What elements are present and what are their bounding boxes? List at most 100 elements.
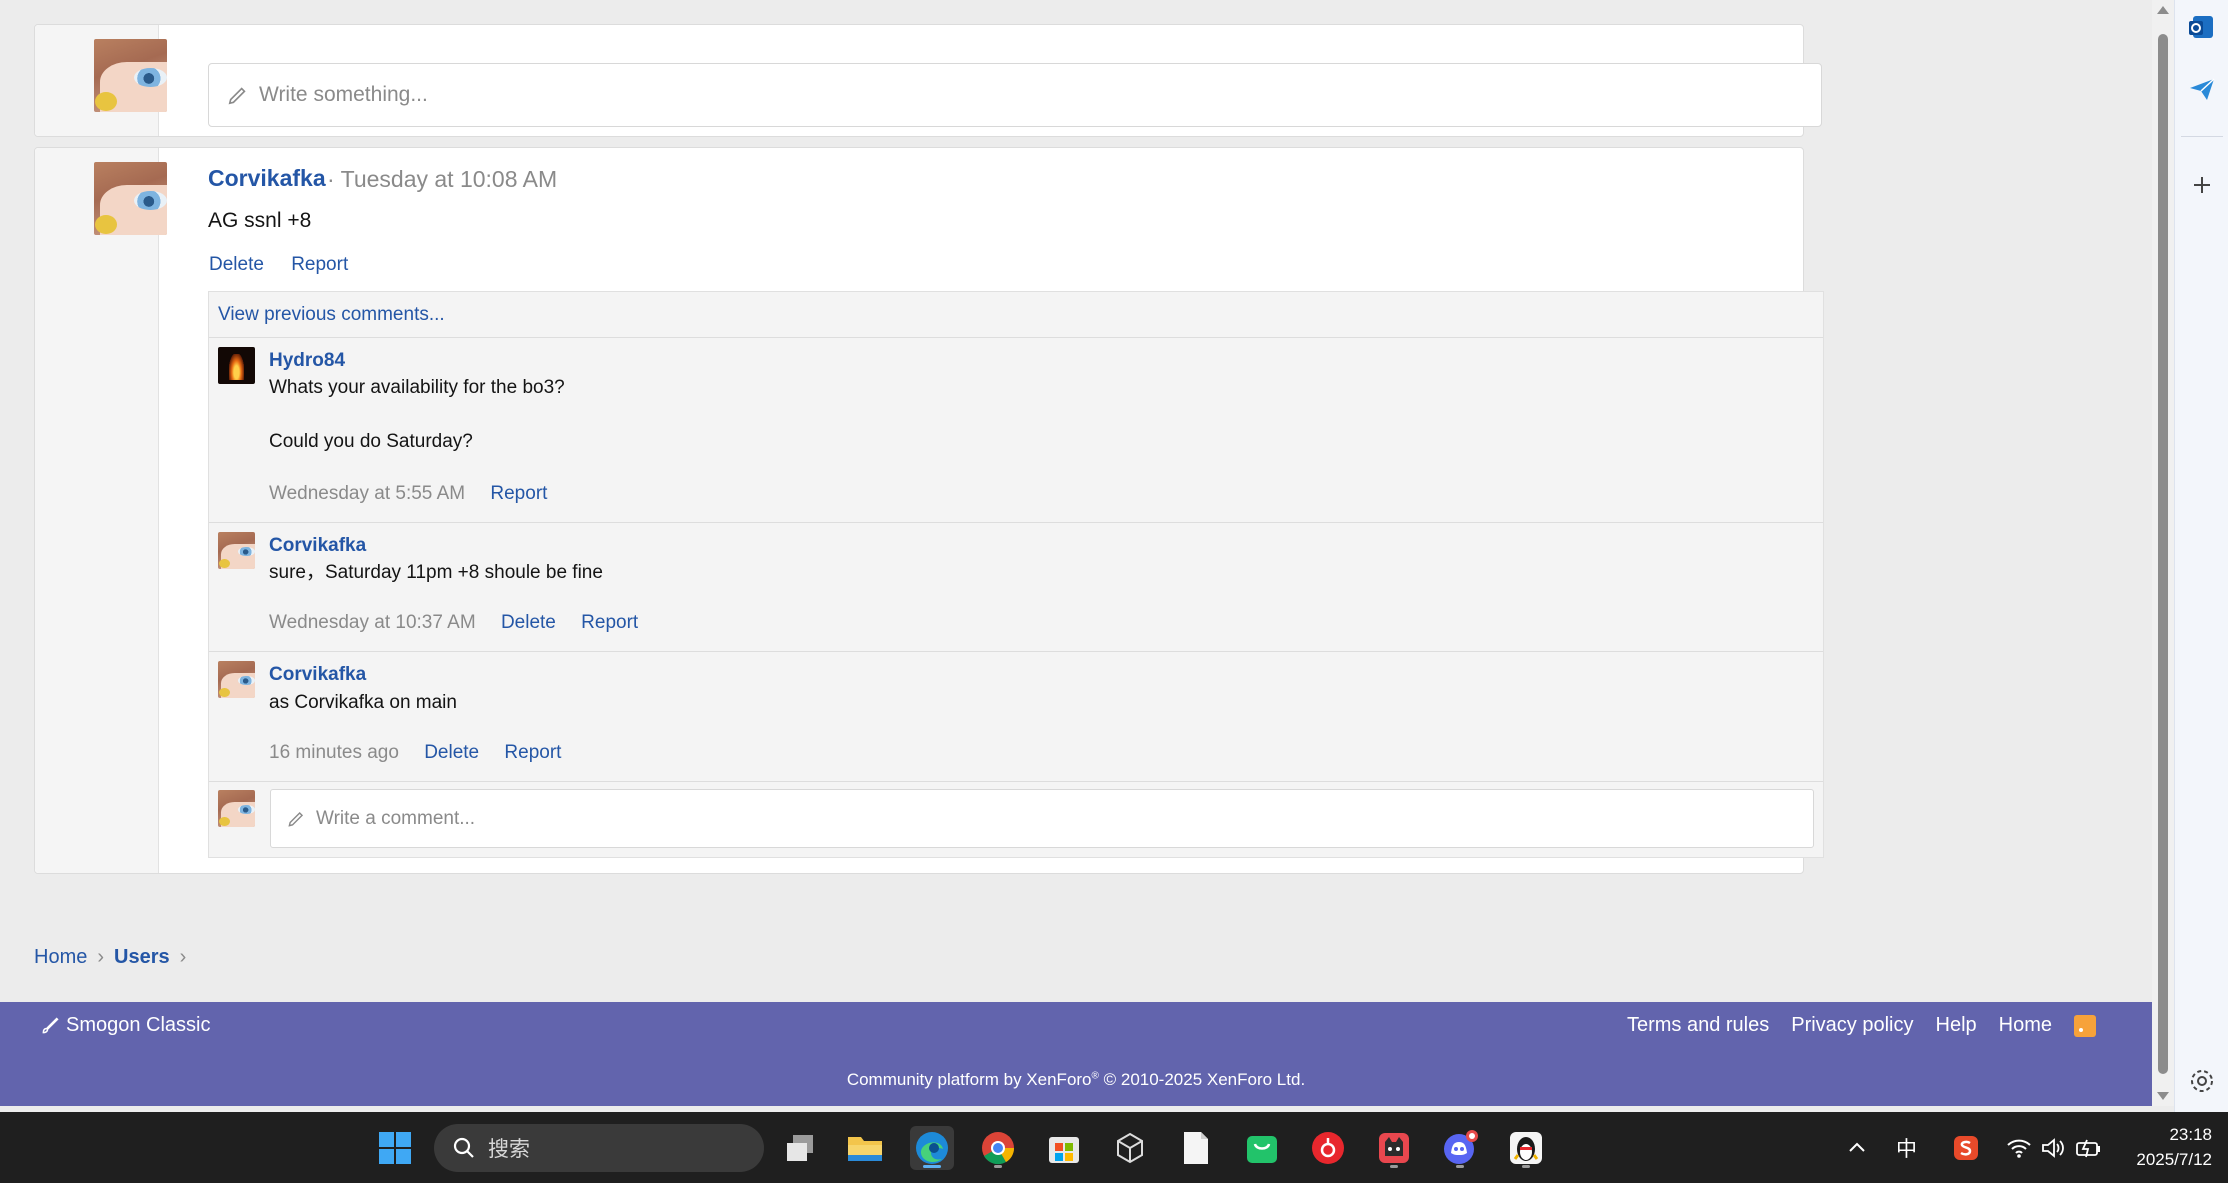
- post-author[interactable]: Corvikafka: [208, 165, 326, 192]
- breadcrumb-users[interactable]: Users: [114, 946, 170, 968]
- task-view-button[interactable]: [778, 1126, 822, 1170]
- write-something-placeholder: Write something...: [259, 83, 428, 106]
- scroll-thumb[interactable]: [2158, 34, 2168, 1074]
- taskbar: 搜索 中 23:18 2025/7/12: [0, 1112, 2228, 1183]
- chrome-icon: [982, 1132, 1015, 1165]
- copyright: Community platform by XenForo® © 2010-20…: [0, 1070, 2152, 1090]
- comment-author[interactable]: Corvikafka: [269, 535, 366, 557]
- running-indicator: [1456, 1165, 1464, 1168]
- wifi-icon: [2007, 1139, 2031, 1158]
- comment-delete-link[interactable]: Delete: [424, 742, 479, 763]
- page-scrollbar[interactable]: [2152, 0, 2174, 1106]
- privacy-link[interactable]: Privacy policy: [1791, 1014, 1913, 1037]
- volume-icon: [2042, 1137, 2064, 1158]
- site-footer: Smogon Classic Terms and rules Privacy p…: [0, 1002, 2152, 1106]
- ime-label: 中: [1896, 1137, 1917, 1161]
- comment-item: Corvikafka sure，Saturday 11pm +8 shoule …: [209, 522, 1823, 651]
- comment-author[interactable]: Corvikafka: [269, 664, 366, 686]
- running-indicator: [994, 1165, 1002, 1168]
- footer-links: Terms and rules Privacy policy Help Home: [1605, 1014, 2096, 1037]
- scroll-down-arrow[interactable]: [2157, 1092, 2169, 1100]
- clock-date: 2025/7/12: [2136, 1150, 2212, 1169]
- shopping-bag-icon: [1247, 1136, 1277, 1163]
- taskbar-discord[interactable]: [1438, 1126, 1482, 1170]
- terms-link[interactable]: Terms and rules: [1627, 1014, 1769, 1037]
- pencil-icon: [228, 87, 246, 105]
- comment-text: Whats your availability for the bo3? Cou…: [269, 377, 565, 452]
- ime-indicator[interactable]: 中: [1896, 1112, 1917, 1183]
- copyright-prefix[interactable]: Community platform by XenForo: [847, 1070, 1092, 1089]
- sidebar-divider: [2181, 136, 2223, 137]
- avatar[interactable]: [94, 39, 167, 112]
- sogou-ime[interactable]: [1952, 1112, 1980, 1183]
- registered-mark: ®: [1091, 1070, 1099, 1082]
- edge-icon: [916, 1132, 948, 1164]
- comment-author[interactable]: Hydro84: [269, 350, 345, 372]
- breadcrumb-home[interactable]: Home: [34, 946, 87, 968]
- post-author-avatar[interactable]: [94, 162, 167, 235]
- help-link[interactable]: Help: [1936, 1014, 1977, 1037]
- add-icon[interactable]: [2187, 170, 2217, 200]
- running-indicator: [1390, 1165, 1398, 1168]
- discord-icon: [1444, 1130, 1478, 1164]
- taskbar-unity[interactable]: [1108, 1126, 1152, 1170]
- paint-brush-icon: [42, 1016, 59, 1033]
- write-something-input[interactable]: Write something...: [208, 63, 1822, 127]
- scroll-up-arrow[interactable]: [2157, 6, 2169, 14]
- clock-time: 23:18: [2169, 1125, 2212, 1144]
- comment-avatar[interactable]: [218, 347, 255, 384]
- write-comment-input[interactable]: Write a comment...: [270, 789, 1814, 848]
- comment-avatar[interactable]: [218, 532, 255, 569]
- taskbar-chrome[interactable]: [976, 1126, 1020, 1170]
- post-delete-link[interactable]: Delete: [209, 254, 264, 275]
- comment-delete-link[interactable]: Delete: [501, 612, 556, 633]
- comment-report-link[interactable]: Report: [490, 483, 547, 504]
- post-time[interactable]: · Tuesday at 10:08 AM: [327, 166, 557, 193]
- post-report-link[interactable]: Report: [291, 254, 348, 275]
- search-icon: [453, 1137, 474, 1158]
- comment-text: sure，Saturday 11pm +8 shoule be fine: [269, 562, 603, 583]
- outlook-icon[interactable]: [2187, 12, 2217, 42]
- taskbar-edge[interactable]: [910, 1126, 954, 1170]
- post-gutter: [35, 148, 159, 873]
- taskbar-explorer[interactable]: [843, 1126, 887, 1170]
- comment-text: as Corvikafka on main: [269, 692, 457, 713]
- comment-report-link[interactable]: Report: [581, 612, 638, 633]
- chevron-right-icon: ›: [179, 946, 187, 968]
- copyright-suffix: © 2010-2025 XenForo Ltd.: [1098, 1070, 1306, 1089]
- taskbar-notepad[interactable]: [1174, 1126, 1218, 1170]
- taskbar-netease-music[interactable]: [1306, 1126, 1350, 1170]
- view-previous-comments-link[interactable]: View previous comments...: [218, 304, 445, 326]
- tray-overflow[interactable]: [1846, 1112, 1868, 1183]
- folder-icon: [848, 1137, 882, 1161]
- chevron-up-icon: [1849, 1142, 1865, 1152]
- send-icon[interactable]: [2187, 74, 2217, 104]
- style-name: Smogon Classic: [66, 1014, 211, 1036]
- music-icon: [1312, 1132, 1344, 1164]
- taskbar-search[interactable]: 搜索: [434, 1124, 764, 1172]
- comment-form-avatar[interactable]: [218, 790, 255, 827]
- taskbar-store[interactable]: [1042, 1126, 1086, 1170]
- comment-time[interactable]: 16 minutes ago: [269, 742, 399, 763]
- comment-meta: Wednesday at 5:55 AM Report: [269, 483, 547, 505]
- pencil-icon: [288, 811, 304, 827]
- active-indicator: [923, 1165, 941, 1168]
- document-icon: [1184, 1132, 1208, 1164]
- gear-icon[interactable]: [2187, 1066, 2217, 1096]
- cat-app-icon: [1379, 1133, 1409, 1163]
- comment-report-link[interactable]: Report: [504, 742, 561, 763]
- style-chooser[interactable]: Smogon Classic: [40, 1014, 211, 1037]
- comment-avatar[interactable]: [218, 661, 255, 698]
- start-button[interactable]: [373, 1126, 417, 1170]
- footer-home-link[interactable]: Home: [1999, 1014, 2052, 1037]
- taskbar-game-app[interactable]: [1372, 1126, 1416, 1170]
- comments-section: View previous comments... Hydro84 Whats …: [208, 291, 1824, 858]
- taskbar-shopping[interactable]: [1240, 1126, 1284, 1170]
- network-volume-battery[interactable]: [2006, 1112, 2102, 1183]
- taskbar-qq[interactable]: [1504, 1126, 1548, 1170]
- comment-time[interactable]: Wednesday at 10:37 AM: [269, 612, 476, 633]
- profile-post-form: Write something...: [34, 24, 1822, 137]
- taskbar-clock[interactable]: 23:18 2025/7/12: [2136, 1122, 2212, 1172]
- rss-icon[interactable]: [2074, 1014, 2096, 1037]
- comment-time[interactable]: Wednesday at 5:55 AM: [269, 483, 465, 504]
